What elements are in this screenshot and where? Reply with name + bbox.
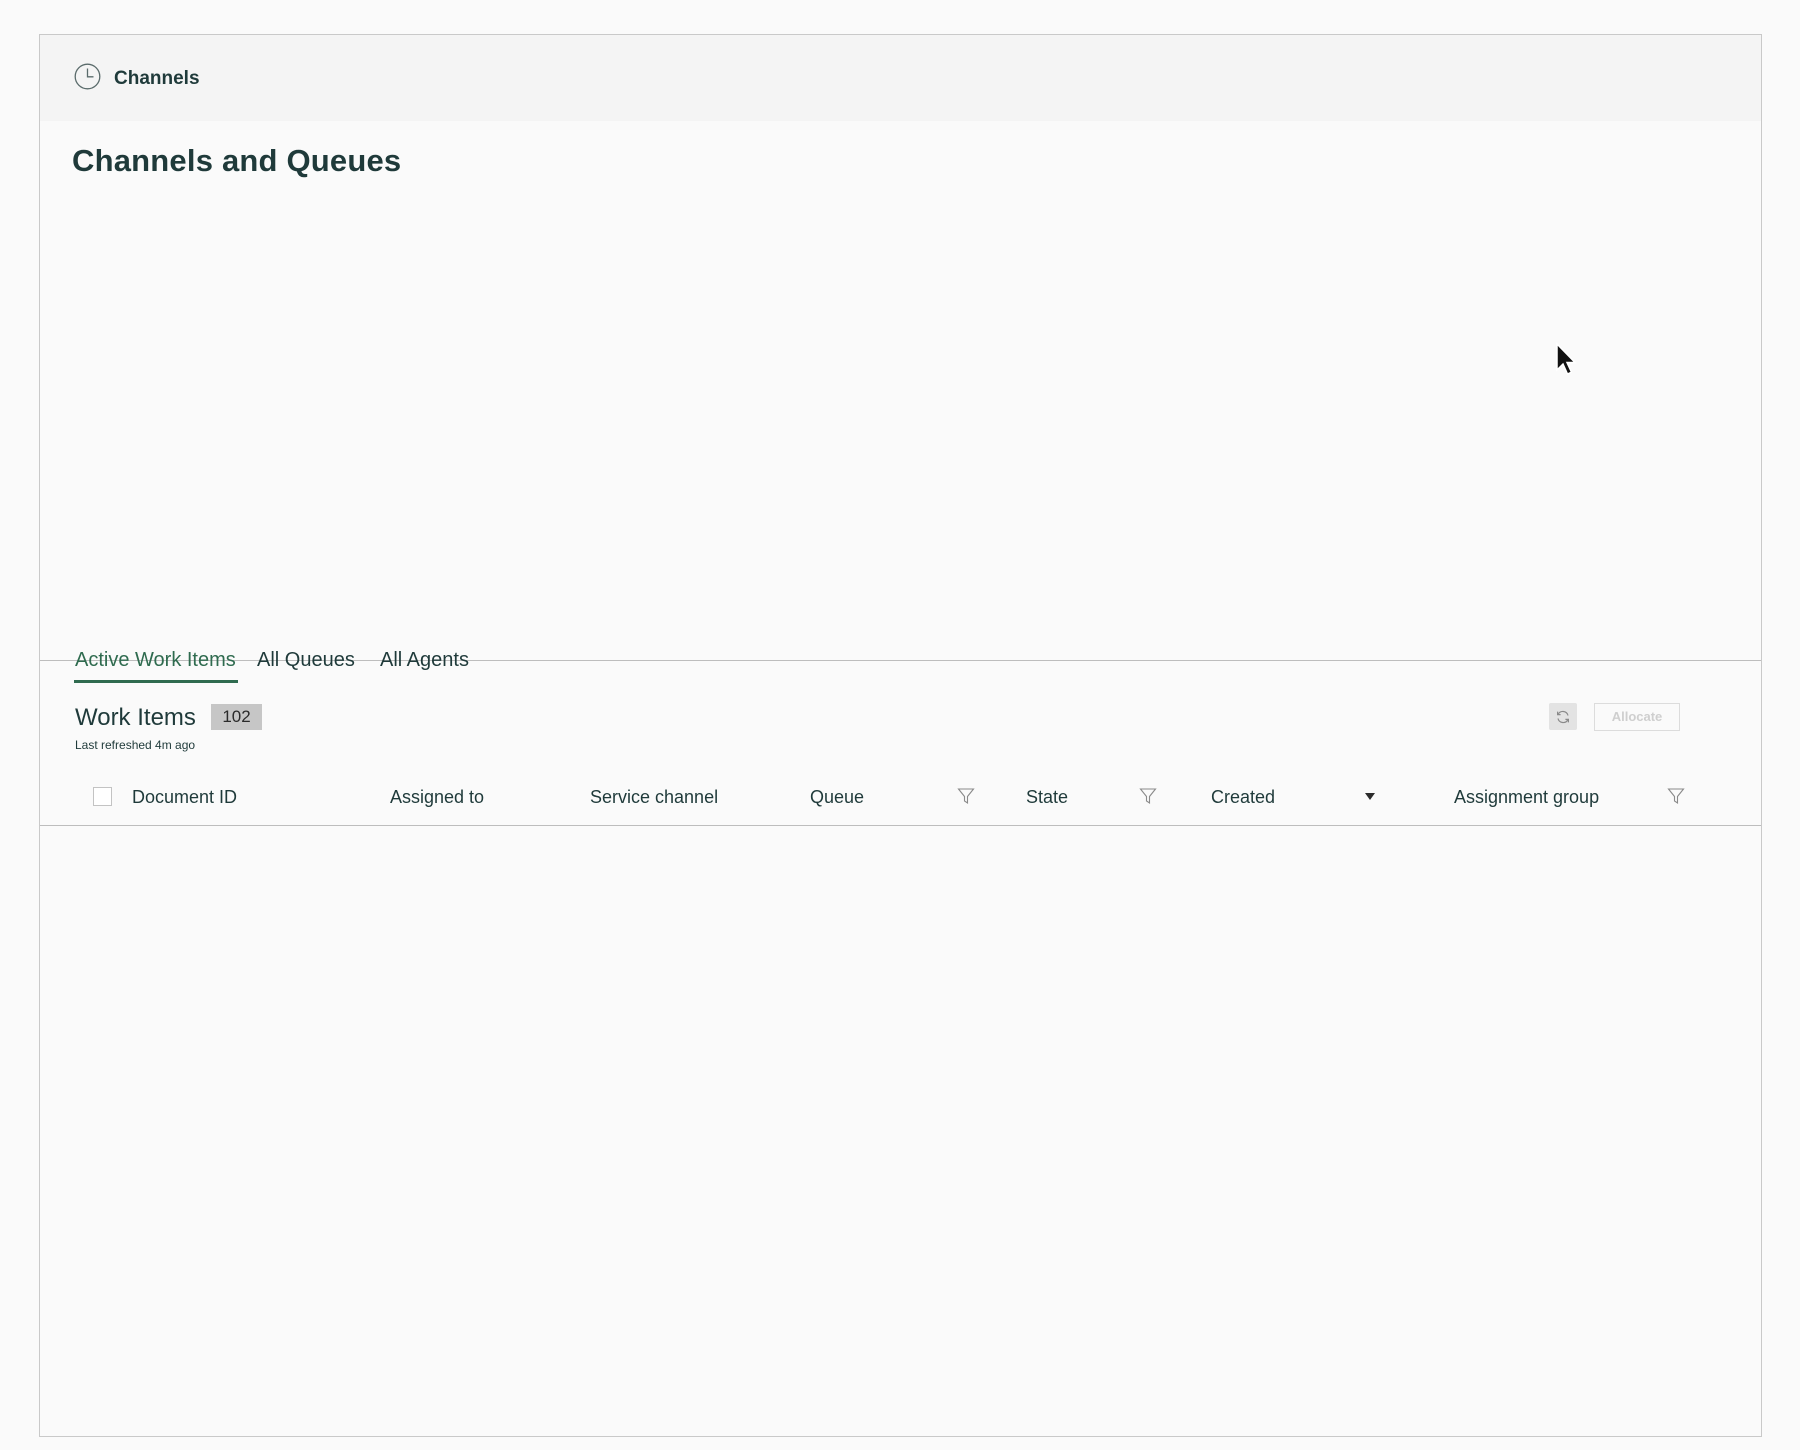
clock-icon <box>74 63 101 90</box>
column-header-queue[interactable]: Queue <box>810 787 864 808</box>
mouse-cursor-icon <box>1556 342 1577 375</box>
assignment-group-filter-icon[interactable] <box>1667 787 1685 805</box>
tab-bar: Active Work Items All Queues All Agents <box>40 613 1761 683</box>
column-header-created[interactable]: Created <box>1211 787 1275 808</box>
tab-all-queues[interactable]: All Queues <box>257 649 355 672</box>
table-body <box>40 827 1761 1427</box>
allocate-button[interactable]: Allocate <box>1594 703 1680 731</box>
queue-filter-icon[interactable] <box>957 787 975 805</box>
column-header-service-channel[interactable]: Service channel <box>590 787 718 808</box>
refresh-button[interactable] <box>1549 703 1577 730</box>
app-header: Channels <box>40 35 1761 121</box>
state-filter-icon[interactable] <box>1139 787 1157 805</box>
column-header-state[interactable]: State <box>1026 787 1068 808</box>
work-items-count-badge: 102 <box>211 704 262 730</box>
column-header-assigned-to[interactable]: Assigned to <box>390 787 484 808</box>
select-all-checkbox[interactable] <box>93 787 112 806</box>
app-window: Channels Channels and Queues Active Work… <box>39 34 1762 1437</box>
work-items-title: Work Items <box>75 704 196 731</box>
tab-all-agents[interactable]: All Agents <box>380 649 469 672</box>
refresh-icon <box>1557 710 1569 723</box>
active-tab-indicator <box>74 680 238 683</box>
column-header-assignment-group[interactable]: Assignment group <box>1454 787 1599 808</box>
sort-descending-icon[interactable] <box>1364 792 1376 802</box>
last-refreshed-text: Last refreshed 4m ago <box>75 738 196 752</box>
page-title: Channels and Queues <box>72 143 402 178</box>
tab-active-work-items[interactable]: Active Work Items <box>75 649 236 672</box>
column-header-document-id[interactable]: Document ID <box>132 787 237 808</box>
header-title: Channels <box>114 68 200 89</box>
table-header-row: Document ID Assigned to Service channel … <box>40 775 1761 826</box>
